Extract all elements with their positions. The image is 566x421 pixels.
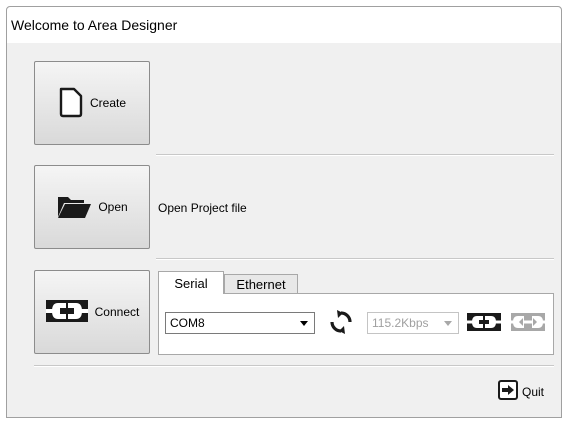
separator — [156, 258, 554, 260]
open-folder-icon — [56, 193, 92, 222]
create-button[interactable]: Create — [34, 61, 150, 145]
quit-button[interactable]: Quit — [497, 380, 544, 403]
window-client-area: Create Open Open Project file Connect Se… — [8, 43, 560, 417]
connect-button-label: Connect — [94, 305, 140, 319]
open-button-label: Open — [98, 200, 128, 214]
baud-rate-select[interactable]: 115.2Kbps — [367, 312, 459, 334]
open-button[interactable]: Open — [34, 165, 150, 249]
tab-serial[interactable]: Serial — [158, 271, 224, 294]
disconnect-icon — [511, 312, 545, 336]
serial-connect-button[interactable] — [467, 312, 501, 336]
open-description: Open Project file — [158, 201, 247, 215]
window-title: Welcome to Area Designer — [11, 17, 178, 33]
chevron-down-icon — [300, 321, 308, 326]
new-document-icon — [58, 86, 84, 121]
connect-button[interactable]: Connect — [34, 270, 150, 354]
quit-button-label: Quit — [521, 384, 544, 399]
create-button-label: Create — [89, 96, 127, 110]
connect-icon — [467, 312, 501, 336]
welcome-window: Welcome to Area Designer Create Open Ope… — [6, 6, 562, 418]
connect-plug-icon — [45, 299, 89, 326]
serial-disconnect-button[interactable] — [511, 312, 545, 336]
tab-ethernet-label: Ethernet — [236, 276, 286, 292]
refresh-icon — [328, 309, 354, 340]
tab-ethernet[interactable]: Ethernet — [224, 274, 298, 293]
exit-icon — [497, 380, 518, 403]
refresh-ports-button[interactable] — [327, 309, 355, 340]
serial-tab-panel: COM8 115.2Kbps — [158, 293, 554, 355]
chevron-down-icon — [444, 321, 452, 326]
com-port-value: COM8 — [170, 316, 205, 330]
title-bar: Welcome to Area Designer — [7, 7, 561, 43]
separator — [34, 365, 554, 367]
tab-serial-label: Serial — [174, 275, 208, 291]
baud-rate-value: 115.2Kbps — [372, 316, 429, 330]
com-port-select[interactable]: COM8 — [165, 312, 315, 334]
separator — [156, 154, 554, 156]
